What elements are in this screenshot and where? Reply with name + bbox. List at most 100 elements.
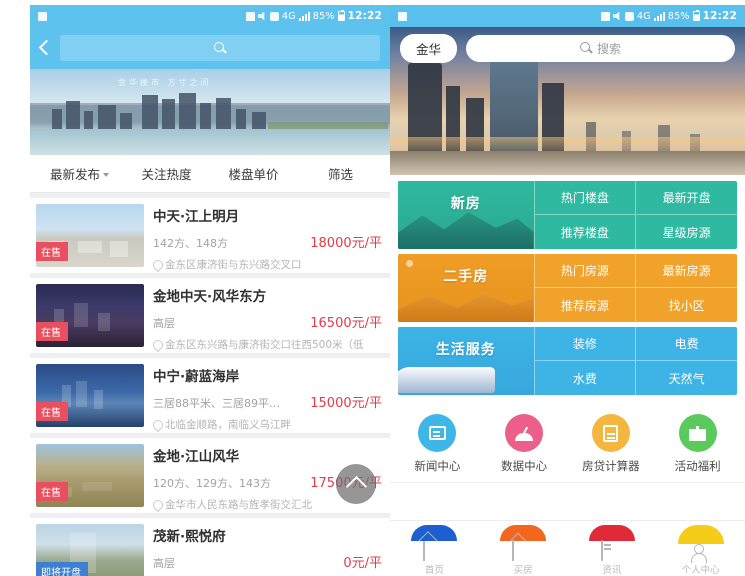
left-status-bar: 4G 85% 12:22 — [30, 5, 390, 27]
lock-icon — [246, 11, 256, 21]
nav-item-news[interactable]: 资讯 — [568, 521, 657, 576]
menu-cell-find-community[interactable]: 找小区 — [635, 288, 737, 322]
search-placeholder: 搜索 — [597, 41, 622, 56]
mute-icon — [613, 11, 620, 21]
quick-action-data-center[interactable]: 数据中心 — [481, 414, 568, 474]
menu-cell-hot-listings[interactable]: 热门房源 — [533, 254, 636, 288]
menu-cell-recommended-listings[interactable]: 推荐房源 — [533, 288, 636, 322]
status-badge: 在售 — [36, 481, 68, 501]
menu-block-title-panel[interactable]: 生活服务 — [398, 327, 534, 395]
clock-label: 12:22 — [347, 10, 382, 22]
property-name: 茂新·熙悦府 — [153, 529, 226, 545]
banner-building — [162, 99, 175, 130]
status-right-icons: 4G 85% 12:22 — [246, 10, 382, 22]
menu-cell-newest-listings[interactable]: 最新房源 — [635, 254, 737, 288]
filter-unit-price[interactable]: 楼盘单价 — [210, 164, 297, 183]
scroll-to-top-button[interactable] — [336, 464, 376, 504]
list-item[interactable]: 在售 中天·江上明月 142方、148方 18000元/平 金东区康济街与东兴路… — [30, 198, 390, 273]
property-info: 茂新·熙悦府 高层 0元/平 江南环城西路以东，李渔路以北 — [153, 524, 382, 576]
search-input[interactable] — [60, 35, 380, 61]
bottom-navigation: 首页 买房 资讯 个人中心 — [390, 520, 745, 576]
picture-icon — [38, 11, 47, 21]
camera-icon — [270, 11, 280, 21]
menu-block-life-services: 生活服务 装修 电费 水费 天然气 — [398, 327, 737, 395]
filter-latest-label: 最新发布 — [49, 167, 100, 182]
property-info: 中宁·蔚蓝海岸 三居88平米、三居89平… 15000元/平 北临金顺路，南临义… — [153, 364, 382, 431]
status-left-icons — [398, 11, 407, 21]
property-spec-price-row: 142方、148方 18000元/平 — [153, 232, 382, 251]
signal-icon — [653, 11, 665, 21]
quick-action-row: 新闻中心 数据中心 房贷计算器 活动福利 — [390, 404, 745, 483]
banner-building — [236, 109, 246, 130]
back-arrow-icon[interactable] — [36, 39, 54, 57]
menu-cell-gas[interactable]: 天然气 — [635, 361, 737, 395]
menu-block-title-panel[interactable]: 二手房 — [398, 254, 534, 322]
property-thumbnail: 在售 — [36, 364, 144, 427]
filter-popularity[interactable]: 关注热度 — [123, 164, 210, 183]
menu-cell-water[interactable]: 水费 — [533, 361, 636, 395]
property-spec: 高层 — [153, 317, 175, 330]
left-phone-screen: 4G 85% 12:22 金华楼市 方寸之间 最新发布 关注热度 楼盘单价 筛选… — [30, 5, 390, 576]
category-menu: 新房 热门楼盘 最新开盘 推荐楼盘 星级房源 二手房 热门房源 最新房源 推荐房… — [390, 175, 745, 404]
menu-cell-newest-openings[interactable]: 最新开盘 — [635, 181, 737, 215]
gift-icon — [678, 414, 717, 452]
quick-action-promotions[interactable]: 活动福利 — [654, 414, 741, 474]
nav-arc-decoration — [677, 525, 724, 544]
list-item[interactable]: 在售 金地·江山风华 120方、129方、143方 17500元/平 金华市人民… — [30, 438, 390, 513]
banner-caption: 金华楼市 方寸之间 — [118, 78, 212, 87]
news-icon — [418, 414, 457, 452]
data-icon — [505, 414, 544, 452]
location-pin-icon — [153, 420, 161, 430]
list-item[interactable]: 在售 金地中天·风华东方 高层 16500元/平 金东区东兴路与康济街交口往西5… — [30, 278, 390, 353]
property-address: 北临金顺路，南临义乌江畔 — [165, 419, 291, 431]
menu-cell-hot-projects[interactable]: 热门楼盘 — [533, 181, 636, 215]
banner-building — [142, 95, 158, 130]
quick-action-label: 活动福利 — [674, 459, 721, 473]
quick-action-news-center[interactable]: 新闻中心 — [394, 414, 481, 474]
network-type-label: 4G — [637, 10, 651, 22]
right-phone-screen: 4G 85% 12:22 金华 搜索 新房 热门楼盘 最新开盘 推荐楼盘 星级房… — [390, 5, 745, 576]
menu-cell-recommended-projects[interactable]: 推荐楼盘 — [533, 215, 636, 249]
property-name: 金地·江山风华 — [153, 449, 240, 465]
banner-building — [52, 109, 62, 130]
filter-more[interactable]: 筛选 — [297, 164, 384, 183]
banner-building — [252, 112, 266, 130]
menu-block-title-panel[interactable]: 新房 — [398, 181, 534, 249]
menu-block-title: 生活服务 — [435, 342, 496, 358]
nav-item-home[interactable]: 首页 — [390, 521, 479, 576]
property-spec: 高层 — [153, 557, 175, 570]
menu-cell-electricity[interactable]: 电费 — [635, 327, 737, 361]
city-banner-image: 金华楼市 方寸之间 — [30, 69, 390, 155]
city-selector[interactable]: 金华 — [400, 33, 458, 63]
menu-cell-star-listings[interactable]: 星级房源 — [635, 215, 737, 249]
list-item[interactable]: 在售 中宁·蔚蓝海岸 三居88平米、三居89平… 15000元/平 北临金顺路，… — [30, 358, 390, 433]
battery-icon — [692, 10, 700, 21]
property-spec: 142方、148方 — [153, 237, 228, 250]
list-item[interactable]: 即将开盘 茂新·熙悦府 高层 0元/平 江南环城西路以东，李渔路以北 — [30, 518, 390, 576]
quick-action-mortgage-calculator[interactable]: 房贷计算器 — [568, 414, 655, 474]
nav-item-label: 个人中心 — [681, 565, 720, 576]
chevron-down-icon — [103, 172, 109, 177]
banner-river — [30, 129, 390, 155]
property-name: 中天·江上明月 — [153, 209, 240, 225]
menu-block-title: 新房 — [450, 196, 481, 212]
property-price: 0元/平 — [343, 556, 382, 571]
menu-block-second-hand: 二手房 热门房源 最新房源 推荐房源 找小区 — [398, 254, 737, 322]
filter-latest[interactable]: 最新发布 — [36, 164, 123, 183]
search-icon — [580, 42, 592, 54]
status-badge: 在售 — [36, 401, 68, 421]
home-icon — [423, 541, 445, 561]
property-name: 中宁·蔚蓝海岸 — [153, 369, 240, 385]
menu-cell-renovation[interactable]: 装修 — [533, 327, 636, 361]
nav-item-profile[interactable]: 个人中心 — [656, 521, 745, 576]
nav-item-label: 买房 — [513, 565, 533, 576]
property-address-row: 金东区东兴路与康济街交口往西500米（低 — [153, 337, 382, 352]
nav-item-buy[interactable]: 买房 — [479, 521, 568, 576]
left-search-header — [30, 27, 390, 69]
quick-action-label: 新闻中心 — [414, 459, 461, 473]
property-address-row: 北临金顺路，南临义乌江畔 — [153, 417, 382, 432]
search-input[interactable]: 搜索 — [466, 34, 735, 62]
calculator-icon — [591, 414, 630, 452]
train-illustration — [398, 367, 496, 393]
location-pin-icon — [153, 500, 161, 510]
